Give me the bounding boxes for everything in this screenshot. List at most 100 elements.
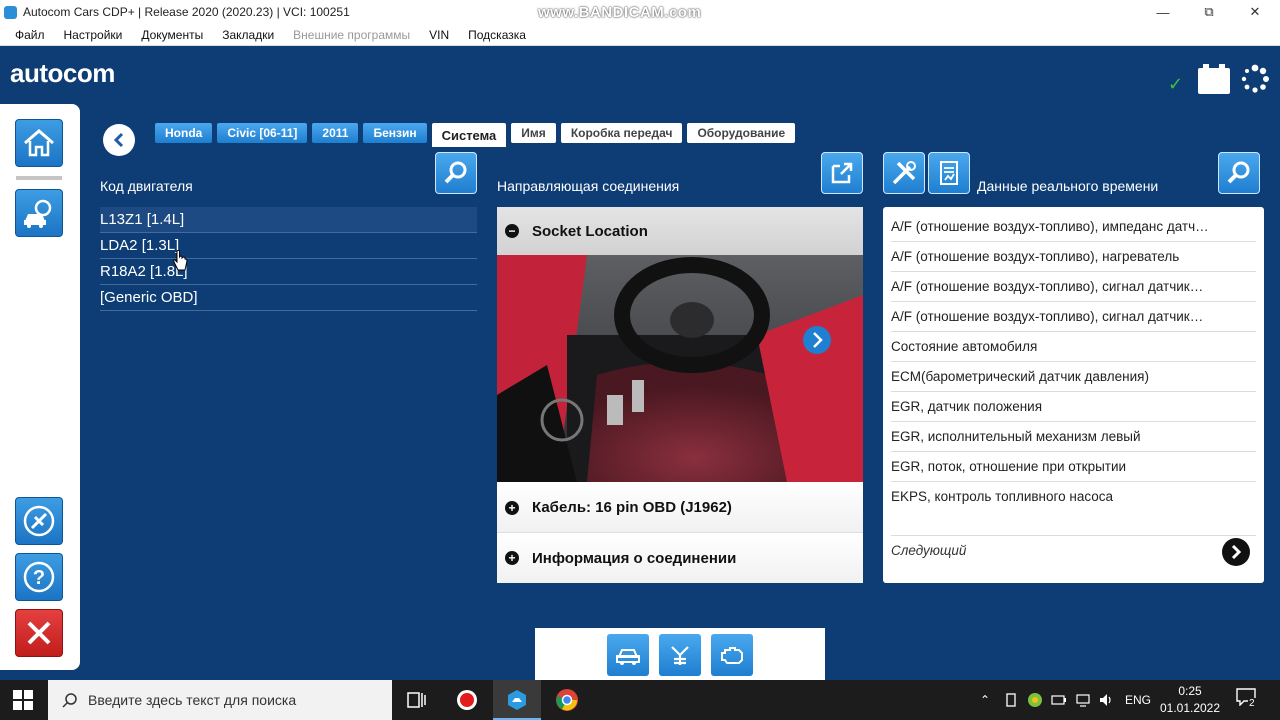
next-page-button[interactable]	[1222, 538, 1250, 566]
notifications-button[interactable]: 2	[1236, 688, 1260, 712]
next-image-button[interactable]	[803, 326, 831, 354]
live-data-item[interactable]: Состояние автомобиля	[891, 332, 1256, 362]
menu-file[interactable]: Файл	[15, 28, 45, 42]
clock-time: 0:25	[1178, 684, 1202, 698]
connection-guide-panel: − Socket Location + Кабель: 16 pin OBD (…	[497, 207, 863, 583]
engine-code-title: Код двигателя	[100, 178, 193, 194]
live-data-item[interactable]: EKPS, контроль топливного насоса	[891, 482, 1256, 512]
menu-help[interactable]: Подсказка	[468, 28, 526, 42]
back-button[interactable]	[103, 124, 135, 156]
list-item[interactable]: [Generic OBD]	[100, 285, 477, 311]
filter-icon	[671, 646, 689, 665]
live-data-search-button[interactable]	[1218, 152, 1260, 194]
question-icon: ?	[23, 561, 55, 593]
menu-documents[interactable]: Документы	[141, 28, 203, 42]
bluetooth-activity-icon	[1241, 64, 1269, 93]
battery-icon	[1198, 64, 1230, 94]
live-data-item[interactable]: A/F (отношение воздух-топливо), сигнал д…	[891, 302, 1256, 332]
bottom-toolbar	[535, 628, 825, 680]
breadcrumb: Honda Civic [06-11] 2011 Бензин Система …	[155, 123, 800, 147]
network-icon[interactable]	[1075, 692, 1091, 708]
hand-cursor-icon	[173, 250, 188, 271]
tools-button[interactable]	[883, 152, 925, 194]
left-sidebar: ?	[0, 104, 80, 670]
connection-ok-icon: ✓	[1168, 74, 1184, 94]
battery-tray-icon[interactable]	[1051, 694, 1067, 706]
report-button[interactable]	[928, 152, 970, 194]
volume-icon[interactable]	[1098, 692, 1114, 708]
vehicle-diagnostics-button[interactable]	[15, 189, 63, 237]
minimize-button[interactable]: —	[1140, 0, 1186, 24]
socket-location-label: Socket Location	[532, 222, 648, 240]
cable-row[interactable]: + Кабель: 16 pin OBD (J1962)	[497, 483, 863, 533]
menu-vin[interactable]: VIN	[429, 28, 449, 42]
wrench-screwdriver-icon	[892, 161, 916, 185]
live-data-item[interactable]: ECM(барометрический датчик давления)	[891, 362, 1256, 392]
next-page-label: Следующий	[891, 543, 967, 558]
home-button[interactable]	[15, 119, 63, 167]
fuel-system-button[interactable]	[659, 634, 701, 676]
guide-open-button[interactable]	[821, 152, 863, 194]
vehicle-scan-button[interactable]	[607, 634, 649, 676]
security-app-icon[interactable]	[1027, 692, 1043, 708]
app-icon	[4, 5, 17, 19]
list-item[interactable]: R18A2 [1.8L]	[100, 259, 477, 285]
crumb-fuel[interactable]: Бензин	[363, 123, 427, 143]
device-icon[interactable]	[1004, 693, 1018, 707]
crumb-model[interactable]: Civic [06-11]	[217, 123, 308, 143]
live-data-item[interactable]: A/F (отношение воздух-топливо), нагреват…	[891, 242, 1256, 272]
crumb-equipment[interactable]: Оборудование	[687, 123, 796, 143]
connection-info-row[interactable]: + Информация о соединении	[497, 533, 863, 583]
live-data-item[interactable]: EGR, поток, отношение при открытии	[891, 452, 1256, 482]
taskbar-clock[interactable]: 0:25 01.01.2022	[1158, 683, 1222, 717]
crumb-make[interactable]: Honda	[155, 123, 213, 143]
windows-start-icon[interactable]	[13, 690, 33, 710]
title-bar: Autocom Cars CDP+ | Release 2020 (2020.2…	[0, 0, 1280, 24]
crumb-name[interactable]: Имя	[511, 123, 556, 143]
connection-info-label: Информация о соединении	[532, 549, 737, 567]
taskbar-search-placeholder: Введите здесь текст для поиска	[88, 692, 297, 708]
engine-button[interactable]	[711, 634, 753, 676]
live-data-item[interactable]: A/F (отношение воздух-топливо), импеданс…	[891, 212, 1256, 242]
live-data-title: Данные реального времени	[977, 178, 1159, 194]
menu-bar: Файл Настройки Документы Закладки Внешни…	[0, 24, 1280, 46]
autocom-logo: autocom	[10, 58, 115, 88]
autocom-taskbar-app[interactable]	[493, 680, 541, 720]
next-page-row[interactable]: Следующий	[891, 535, 1256, 569]
taskbar-search-input[interactable]: Введите здесь текст для поиска	[48, 680, 392, 720]
tray-chevron-icon[interactable]: ⌃	[980, 680, 990, 720]
menu-settings[interactable]: Настройки	[64, 28, 123, 42]
crumb-gearbox[interactable]: Коробка передач	[560, 123, 683, 143]
bandicam-record-icon[interactable]	[455, 688, 479, 712]
external-link-icon	[831, 162, 853, 184]
socket-location-header[interactable]: − Socket Location	[497, 207, 863, 255]
expand-icon: +	[505, 551, 519, 565]
search-icon	[1227, 161, 1250, 184]
chrome-icon[interactable]	[555, 688, 579, 712]
help-button[interactable]: ?	[15, 553, 63, 601]
sidebar-separator	[16, 176, 62, 180]
satellite-icon	[23, 505, 55, 537]
menu-bookmarks[interactable]: Закладки	[222, 28, 274, 42]
live-data-item[interactable]: EGR, исполнительный механизм левый	[891, 422, 1256, 452]
close-window-button[interactable]: ✕	[1232, 0, 1278, 24]
task-view-icon[interactable]	[405, 688, 429, 712]
crumb-system[interactable]: Система	[431, 123, 507, 147]
expand-icon: +	[505, 500, 519, 515]
list-item[interactable]: LDA2 [1.3L]	[100, 233, 477, 259]
engine-search-button[interactable]	[435, 152, 477, 194]
menu-external-programs: Внешние программы	[293, 27, 411, 42]
connection-guide-title: Направляющая соединения	[497, 178, 680, 194]
search-icon	[62, 693, 77, 708]
live-data-item[interactable]: A/F (отношение воздух-топливо), сигнал д…	[891, 272, 1256, 302]
satellite-button[interactable]	[15, 497, 63, 545]
live-data-panel: A/F (отношение воздух-топливо), импеданс…	[883, 207, 1264, 583]
list-item[interactable]: L13Z1 [1.4L]	[100, 207, 477, 233]
car-gear-icon	[24, 199, 52, 228]
crumb-year[interactable]: 2011	[312, 123, 359, 143]
language-indicator[interactable]: ENG	[1125, 680, 1151, 720]
exit-button[interactable]	[15, 609, 63, 657]
chevron-left-icon	[113, 132, 124, 148]
live-data-item[interactable]: EGR, датчик положения	[891, 392, 1256, 422]
restore-button[interactable]: ⧉	[1186, 0, 1232, 24]
